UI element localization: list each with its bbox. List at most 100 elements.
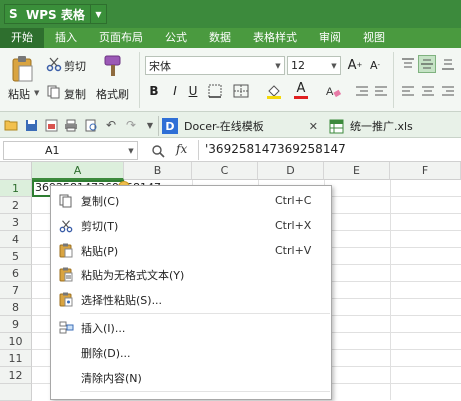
- column-header-e[interactable]: E: [324, 162, 390, 180]
- menu-item-delete[interactable]: 删除(D)...: [51, 340, 331, 365]
- copy-button[interactable]: 复制: [64, 86, 86, 102]
- underline-button[interactable]: U: [186, 82, 200, 100]
- chevron-down-icon[interactable]: ▼: [125, 147, 137, 155]
- row-header-8[interactable]: 8: [0, 299, 32, 316]
- tab-view[interactable]: 视图: [352, 28, 396, 48]
- column-header-a[interactable]: A: [32, 162, 124, 180]
- scissors-icon: [51, 219, 81, 233]
- tab-formulas[interactable]: 公式: [154, 28, 198, 48]
- bold-button[interactable]: B: [147, 82, 161, 100]
- align-left-icon[interactable]: [400, 82, 416, 100]
- row-header-9[interactable]: 9: [0, 316, 32, 333]
- app-menu-button[interactable]: S WPS 表格 ▼: [4, 4, 107, 24]
- font-size-select[interactable]: 12 ▼: [287, 56, 341, 75]
- menu-item-label: 选择性粘贴(S)...: [81, 293, 163, 307]
- chevron-down-icon[interactable]: ▼: [90, 5, 106, 23]
- print-preview-icon[interactable]: [84, 118, 98, 132]
- row-header-10[interactable]: 10: [0, 333, 32, 350]
- function-icon[interactable]: fx: [176, 142, 187, 156]
- title-bar: S WPS 表格 ▼: [0, 0, 461, 28]
- export-pdf-icon[interactable]: [44, 118, 58, 132]
- tab-data[interactable]: 数据: [198, 28, 242, 48]
- tab-insert[interactable]: 插入: [44, 28, 88, 48]
- font-color-icon: A: [296, 81, 306, 96]
- indent-increase-icon[interactable]: [373, 82, 389, 100]
- app-title: WPS 表格: [26, 7, 85, 22]
- menu-separator: [80, 313, 330, 314]
- name-box[interactable]: A1 ▼: [3, 141, 138, 160]
- close-icon[interactable]: ✕: [309, 120, 318, 133]
- doc-tab-workbook[interactable]: 统一推广.xls: [328, 116, 461, 136]
- chevron-down-icon[interactable]: ▼: [328, 62, 340, 70]
- row-header-12[interactable]: 12: [0, 367, 32, 384]
- menu-separator: [80, 391, 330, 392]
- row-header-7[interactable]: 7: [0, 282, 32, 299]
- font-color-button[interactable]: A: [293, 80, 309, 100]
- formula-input[interactable]: '369258147369258147: [205, 142, 346, 156]
- chevron-down-icon[interactable]: ▼: [272, 62, 284, 70]
- menu-item-clear-contents[interactable]: 清除内容(N): [51, 365, 331, 390]
- open-folder-icon[interactable]: [4, 118, 18, 132]
- grow-font-icon[interactable]: A +: [347, 56, 363, 74]
- clear-format-icon[interactable]: A: [322, 82, 344, 100]
- tab-home[interactable]: 开始: [0, 28, 44, 48]
- format-painter-button[interactable]: 格式刷: [96, 86, 129, 102]
- row-header-11[interactable]: 11: [0, 350, 32, 367]
- row-header-13[interactable]: [0, 384, 32, 401]
- tab-table-style[interactable]: 表格样式: [242, 28, 308, 48]
- redo-icon[interactable]: ↷: [124, 118, 138, 132]
- paste-special-icon: [51, 292, 81, 307]
- border-icon[interactable]: [205, 82, 225, 100]
- row-header-6[interactable]: 6: [0, 265, 32, 282]
- menu-item-cut[interactable]: 剪切(T) Ctrl+X: [51, 213, 331, 238]
- row-header-5[interactable]: 5: [0, 248, 32, 265]
- copy-icon[interactable]: [46, 84, 62, 100]
- row-header-4[interactable]: 4: [0, 231, 32, 248]
- zoom-icon[interactable]: [150, 143, 166, 159]
- menu-item-paste-special[interactable]: 选择性粘贴(S)...: [51, 287, 331, 312]
- italic-button[interactable]: I: [168, 82, 182, 100]
- undo-icon[interactable]: ↶: [104, 118, 118, 132]
- formula-divider: [198, 140, 199, 160]
- shrink-font-icon[interactable]: A-: [367, 56, 383, 74]
- paste-icon[interactable]: [8, 54, 36, 84]
- menu-item-paste[interactable]: 粘贴(P) Ctrl+V: [51, 238, 331, 263]
- align-right-icon[interactable]: [440, 82, 456, 100]
- align-top-icon[interactable]: [400, 56, 416, 72]
- menu-item-shortcut: Ctrl+X: [275, 219, 312, 232]
- copy-icon: [51, 194, 81, 208]
- save-icon[interactable]: [24, 118, 38, 132]
- font-name-select[interactable]: 宋体 ▼: [145, 56, 285, 75]
- print-icon[interactable]: [64, 118, 78, 132]
- menu-item-label: 插入(I)...: [81, 321, 126, 335]
- format-painter-icon[interactable]: [102, 54, 124, 78]
- column-header-d[interactable]: D: [258, 162, 324, 180]
- menu-item-label: 复制(C): [81, 194, 120, 208]
- align-center-icon[interactable]: [420, 82, 436, 100]
- chevron-down-icon[interactable]: ▼: [144, 118, 156, 132]
- row-header-2[interactable]: 2: [0, 197, 32, 214]
- font-color-swatch: [294, 96, 308, 99]
- menu-item-shortcut: Ctrl+C: [275, 194, 312, 207]
- indent-decrease-icon[interactable]: [354, 82, 370, 100]
- select-all-corner[interactable]: [0, 162, 32, 180]
- tab-page-layout[interactable]: 页面布局: [88, 28, 154, 48]
- row-header-1[interactable]: 1: [0, 180, 32, 197]
- merge-cells-icon[interactable]: [230, 82, 252, 100]
- menu-item-insert[interactable]: 插入(I)...: [51, 315, 331, 340]
- menu-item-copy[interactable]: 复制(C) Ctrl+C: [51, 188, 331, 213]
- menu-item-paste-plain-text[interactable]: 粘贴为无格式文本(Y): [51, 262, 331, 287]
- fill-color-icon[interactable]: [263, 82, 285, 100]
- align-bottom-icon[interactable]: [440, 56, 456, 72]
- scissors-icon[interactable]: [46, 56, 62, 72]
- column-header-f[interactable]: F: [390, 162, 461, 180]
- tab-review[interactable]: 审阅: [308, 28, 352, 48]
- doc-tab-docer[interactable]: D Docer-在线模板 ✕: [162, 116, 324, 136]
- row-header-3[interactable]: 3: [0, 214, 32, 231]
- column-header-b[interactable]: B: [124, 162, 192, 180]
- paste-button[interactable]: 粘贴: [8, 86, 30, 102]
- chevron-down-icon[interactable]: ▼: [34, 89, 39, 97]
- align-middle-icon[interactable]: [418, 55, 436, 73]
- column-header-c[interactable]: C: [192, 162, 258, 180]
- cut-button[interactable]: 剪切: [64, 58, 86, 74]
